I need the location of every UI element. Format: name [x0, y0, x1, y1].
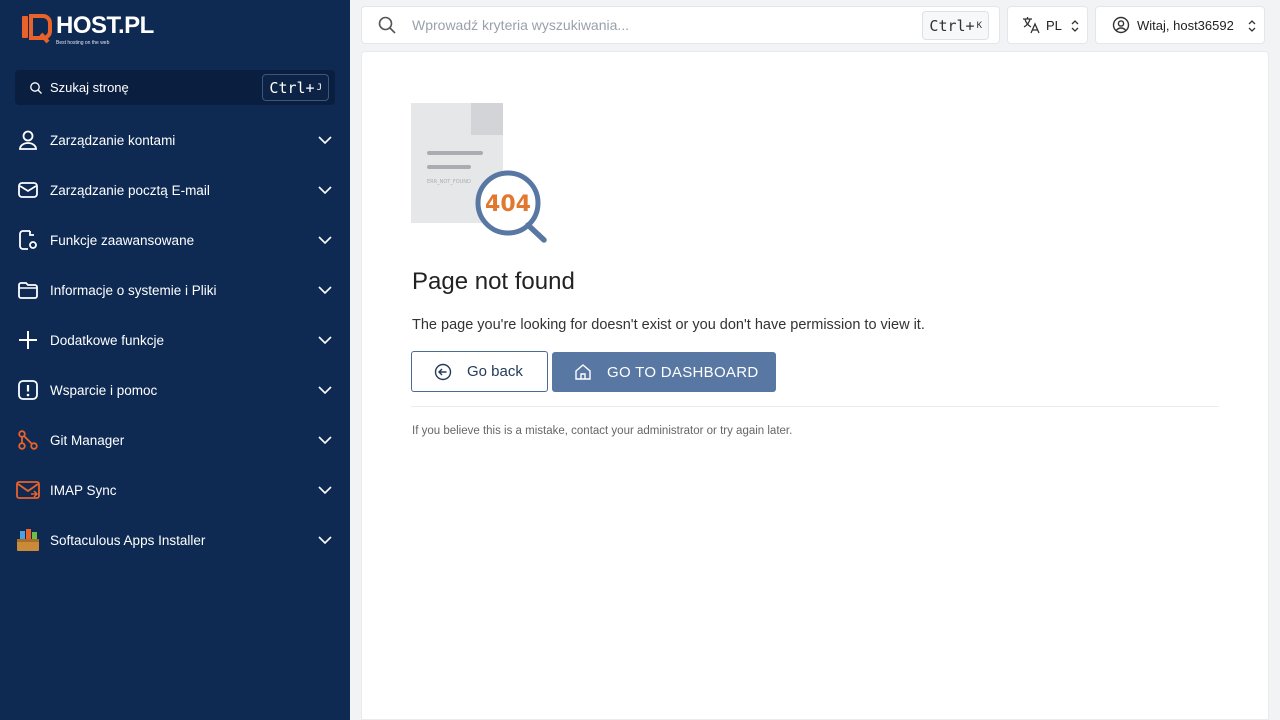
chevron-down-icon — [318, 436, 332, 445]
user-circle-icon — [1112, 16, 1130, 34]
not-found-illustration: ERR_NOT_FOUND 404 — [411, 103, 547, 243]
softaculous-icon — [16, 528, 40, 552]
sidebar-item-support-help[interactable]: Wsparcie i pomoc — [0, 365, 350, 415]
shortcut-key: J — [316, 82, 322, 93]
sidebar: HOST.PL Best hosting on the web Szukaj s… — [0, 0, 350, 720]
chevron-down-icon — [318, 536, 332, 545]
page-title: Page not found — [412, 268, 575, 295]
chevron-down-icon — [318, 286, 332, 295]
user-menu[interactable]: Witaj, host36592 — [1095, 6, 1265, 44]
chevron-updown-icon — [1071, 20, 1079, 32]
sidebar-nav: Zarządzanie kontami Zarządzanie pocztą E… — [0, 115, 350, 565]
plus-icon — [16, 328, 40, 352]
sidebar-item-git-manager[interactable]: Git Manager — [0, 415, 350, 465]
chevron-down-icon — [318, 136, 332, 145]
user-icon — [16, 128, 40, 152]
go-to-dashboard-button[interactable]: GO TO DASHBOARD — [552, 352, 776, 392]
go-to-dashboard-label: GO TO DASHBOARD — [607, 363, 759, 381]
main-content: ERR_NOT_FOUND 404 Page not found The pag… — [361, 51, 1269, 720]
sidebar-item-softaculous[interactable]: Softaculous Apps Installer — [0, 515, 350, 565]
illustration-code: 404 — [485, 192, 531, 217]
sidebar-item-label: Wsparcie i pomoc — [50, 382, 158, 398]
search-placeholder: Wprowadź kryteria wyszukiwania... — [412, 17, 630, 33]
language-selector[interactable]: PL — [1007, 6, 1088, 44]
sidebar-item-additional-features[interactable]: Dodatkowe funkcje — [0, 315, 350, 365]
shortcut-modifier: Ctrl+ — [269, 78, 315, 97]
go-back-button[interactable]: Go back — [411, 351, 548, 392]
sidebar-item-system-info-files[interactable]: Informacje o systemie i Pliki — [0, 265, 350, 315]
advanced-settings-icon — [16, 228, 40, 252]
help-note: If you believe this is a mistake, contac… — [412, 425, 793, 437]
shortcut-key: K — [976, 20, 982, 31]
sidebar-item-label: Zarządzanie kontami — [50, 132, 176, 148]
sidebar-search[interactable]: Szukaj stronę Ctrl+ J — [15, 70, 335, 105]
sidebar-item-label: IMAP Sync — [50, 482, 117, 498]
sidebar-search-shortcut: Ctrl+ J — [262, 74, 329, 101]
alert-icon — [16, 378, 40, 402]
go-back-label: Go back — [467, 363, 523, 380]
mail-icon — [16, 178, 40, 202]
search-icon — [378, 16, 396, 34]
sidebar-item-imap-sync[interactable]: IMAP Sync — [0, 465, 350, 515]
arrow-left-circle-icon — [434, 363, 452, 380]
chevron-down-icon — [318, 236, 332, 245]
sidebar-item-label: Git Manager — [50, 432, 125, 448]
divider — [411, 406, 1219, 407]
chevron-down-icon — [318, 486, 332, 495]
illustration-doc-text: ERR_NOT_FOUND — [427, 179, 471, 185]
sidebar-item-label: Zarządzanie pocztą E-mail — [50, 182, 210, 198]
home-icon — [575, 364, 591, 380]
chevron-down-icon — [318, 186, 332, 195]
sidebar-item-label: Dodatkowe funkcje — [50, 332, 165, 348]
sidebar-item-label: Informacje o systemie i Pliki — [50, 282, 217, 298]
chevron-down-icon — [318, 336, 332, 345]
imap-mail-icon — [16, 478, 40, 502]
sidebar-item-label: Funkcje zaawansowane — [50, 232, 195, 248]
sidebar-search-label: Szukaj stronę — [50, 80, 129, 95]
search-shortcut: Ctrl+ K — [922, 11, 989, 40]
host-logo-icon — [22, 14, 52, 44]
language-value: PL — [1046, 17, 1062, 33]
sidebar-item-account-management[interactable]: Zarządzanie kontami — [0, 115, 350, 165]
folder-icon — [16, 278, 40, 302]
sidebar-item-label: Softaculous Apps Installer — [50, 532, 206, 548]
page-description: The page you're looking for doesn't exis… — [412, 317, 925, 333]
user-greeting: Witaj, host36592 — [1137, 17, 1234, 33]
git-icon — [16, 428, 40, 452]
sidebar-item-email-management[interactable]: Zarządzanie pocztą E-mail — [0, 165, 350, 215]
global-search-input[interactable]: Wprowadź kryteria wyszukiwania... Ctrl+ K — [361, 6, 1000, 44]
translate-icon — [1023, 17, 1040, 34]
brand-logo[interactable]: HOST.PL Best hosting on the web — [22, 14, 154, 46]
brand-tagline: Best hosting on the web — [56, 40, 110, 46]
sidebar-item-advanced-features[interactable]: Funkcje zaawansowane — [0, 215, 350, 265]
shortcut-modifier: Ctrl+ — [929, 16, 975, 35]
chevron-down-icon — [318, 386, 332, 395]
chevron-updown-icon — [1248, 20, 1256, 32]
brand-name: HOST.PL — [56, 12, 154, 39]
search-icon — [30, 81, 42, 94]
